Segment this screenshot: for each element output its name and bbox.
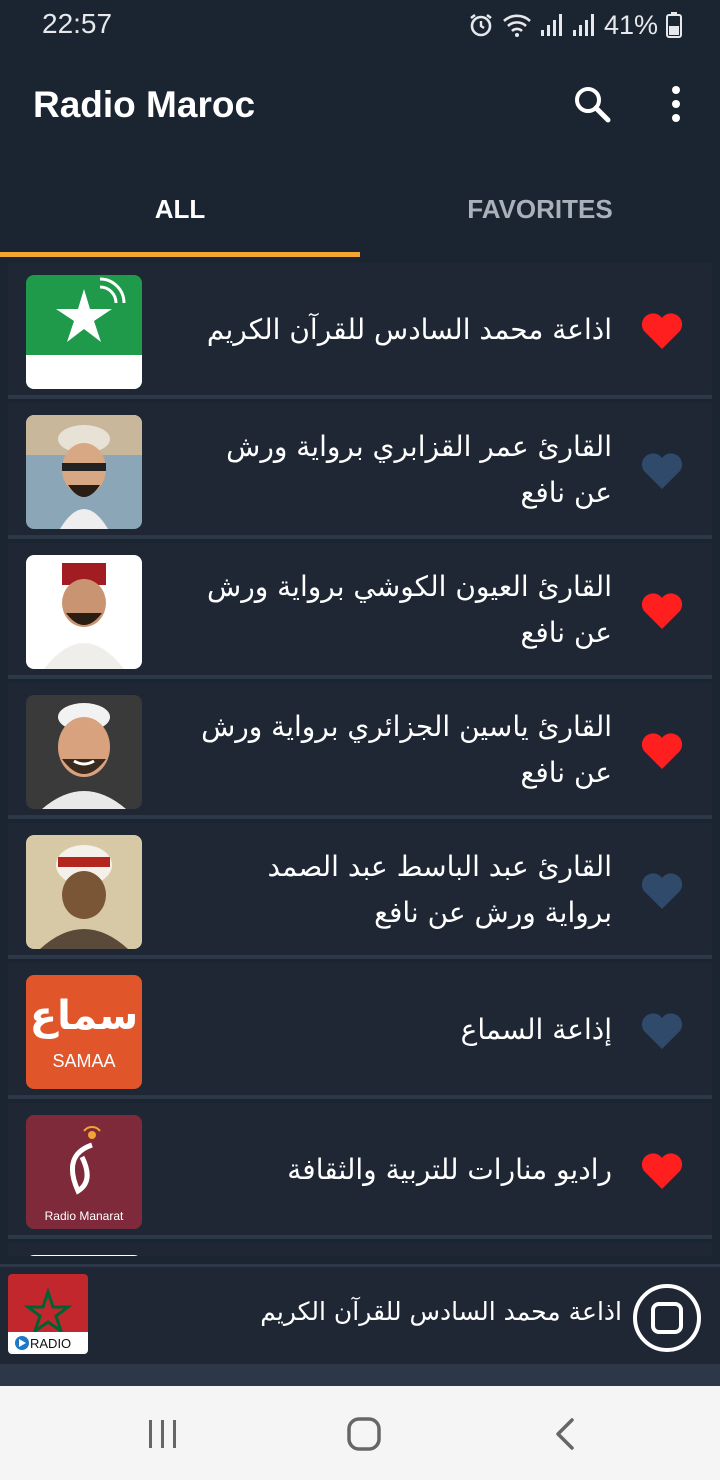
wifi-icon <box>503 14 531 37</box>
station-title: القارئ العيون الكوشي برواية ورش عن نافع <box>207 570 612 649</box>
now-playing-bar[interactable]: RADIO اذاعة محمد السادس للقرآن الكريم <box>0 1264 720 1364</box>
recents-icon[interactable] <box>141 1412 185 1456</box>
station-title: اذاعة محمد السادس للقرآن الكريم <box>206 313 612 346</box>
heart-icon[interactable] <box>640 451 684 491</box>
heart-icon[interactable] <box>640 1011 684 1051</box>
station-row[interactable] <box>8 1243 712 1256</box>
status-time: 22:57 <box>42 8 113 39</box>
heart-icon[interactable] <box>640 311 684 351</box>
battery-icon <box>666 12 682 38</box>
player-title: اذاعة محمد السادس للقرآن الكريم <box>260 1297 622 1326</box>
station-thumbnail <box>26 555 142 669</box>
player-logo-text: RADIO <box>30 1336 72 1351</box>
player-logo: RADIO <box>8 1274 88 1354</box>
station-row[interactable]: القارئ ياسين الجزائري برواية ورش عن نافع <box>8 683 712 819</box>
station-row[interactable]: القارئ عبد الباسط عبد الصمد برواية ورش ع… <box>8 823 712 959</box>
samaa-logo-subtext: SAMAA <box>52 1051 116 1071</box>
station-thumbnail <box>26 275 142 389</box>
tab-favorites[interactable]: FAVORITES <box>360 162 720 256</box>
tab-all[interactable]: ALL <box>0 162 360 256</box>
station-row[interactable]: Radio Manarat راديو منارات للتربية والثق… <box>8 1103 712 1239</box>
heart-icon[interactable] <box>640 1151 684 1191</box>
tab-indicator <box>0 252 360 257</box>
station-thumbnail <box>26 415 142 529</box>
station-row[interactable]: سماع SAMAA إذاعة السماع <box>8 963 712 1099</box>
tab-bar: ALL FAVORITES <box>0 162 720 258</box>
heart-icon[interactable] <box>640 591 684 631</box>
bottom-divider <box>0 1364 720 1386</box>
more-vert-icon[interactable] <box>660 82 692 126</box>
signal-icon <box>540 14 562 36</box>
system-nav-bar <box>0 1386 720 1480</box>
manarat-logo-text: Radio Manarat <box>44 1209 124 1223</box>
home-icon[interactable] <box>342 1412 386 1456</box>
app-title: Radio Maroc <box>33 84 256 125</box>
signal-icon-2 <box>572 14 594 36</box>
station-thumbnail <box>26 1255 142 1256</box>
status-icons: 41% <box>468 10 682 40</box>
station-row[interactable]: القارئ عمر القزابري برواية ورش عن نافع <box>8 403 712 539</box>
station-row[interactable]: اذاعة محمد السادس للقرآن الكريم <box>8 263 712 399</box>
station-title: القارئ عمر القزابري برواية ورش عن نافع <box>226 430 612 509</box>
station-title: إذاعة السماع <box>460 1013 612 1046</box>
battery-percent: 41% <box>603 9 658 40</box>
back-icon[interactable] <box>544 1412 588 1456</box>
stop-icon[interactable] <box>632 1283 702 1353</box>
station-thumbnail: سماع SAMAA <box>26 975 142 1089</box>
station-thumbnail <box>26 835 142 949</box>
station-title: القارئ عبد الباسط عبد الصمد برواية ورش ع… <box>267 850 612 929</box>
search-icon[interactable] <box>570 82 614 126</box>
status-bar: 22:57 41% <box>0 0 720 50</box>
station-thumbnail <box>26 695 142 809</box>
app-bar: Radio Maroc <box>0 50 720 162</box>
station-title: القارئ ياسين الجزائري برواية ورش عن نافع <box>201 710 612 789</box>
alarm-icon <box>470 13 492 37</box>
station-list[interactable]: اذاعة محمد السادس للقرآن الكريم القارئ ع… <box>8 263 712 1256</box>
station-row[interactable]: القارئ العيون الكوشي برواية ورش عن نافع <box>8 543 712 679</box>
station-title: راديو منارات للتربية والثقافة <box>287 1153 612 1186</box>
samaa-logo-text: سماع <box>29 993 139 1039</box>
station-thumbnail: Radio Manarat <box>26 1115 142 1229</box>
heart-icon[interactable] <box>640 731 684 771</box>
heart-icon[interactable] <box>640 871 684 911</box>
